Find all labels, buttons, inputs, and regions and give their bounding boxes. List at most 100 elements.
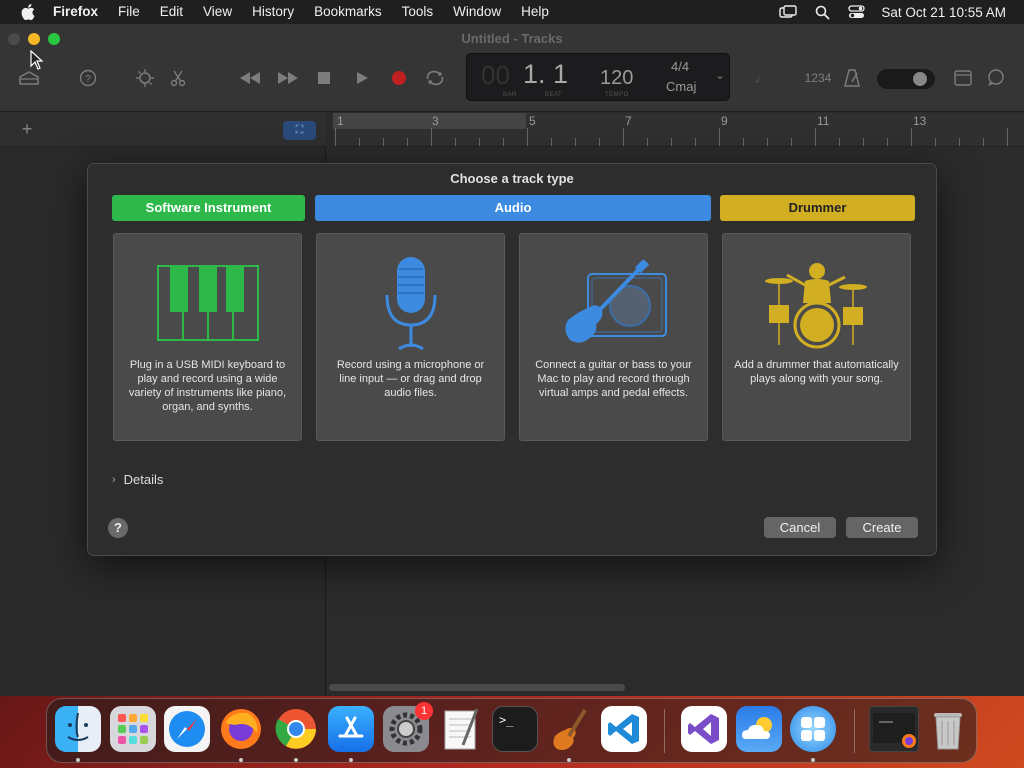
menu-help[interactable]: Help (511, 0, 559, 24)
ruler-tick (527, 128, 528, 146)
ruler-tick (455, 138, 456, 146)
firefox-icon[interactable] (218, 706, 264, 752)
textedit-icon[interactable] (438, 706, 484, 752)
menu-window[interactable]: Window (443, 0, 511, 24)
lcd-dropdown-icon[interactable]: ⌄ (715, 68, 725, 82)
app-folder-icon[interactable] (790, 706, 836, 752)
ruler-tick (407, 138, 408, 146)
ruler-tick (839, 138, 840, 146)
running-indicator (76, 758, 80, 762)
ruler-tick (383, 138, 384, 146)
menu-tools[interactable]: Tools (392, 0, 444, 24)
keyboard-icon (114, 248, 301, 358)
ruler-tick (431, 128, 432, 146)
loop-browser-icon[interactable] (984, 66, 1008, 90)
screen-mirroring-icon[interactable] (771, 0, 805, 24)
chrome-icon[interactable] (273, 706, 319, 752)
record-icon[interactable] (387, 66, 411, 90)
window-toolbar: Untitled - Tracks ? 00 1. 1 BAR BEAT 120… (0, 24, 1024, 112)
control-center-icon[interactable] (839, 0, 873, 24)
quick-help-icon[interactable]: ? (76, 66, 100, 90)
ruler-tick (359, 138, 360, 146)
visual-studio-icon[interactable] (681, 706, 727, 752)
cycle-icon[interactable] (423, 66, 447, 90)
drummer-tab[interactable]: Drummer (720, 195, 915, 221)
add-track-button[interactable]: + (14, 119, 40, 139)
card-description: Record using a microphone or line input … (336, 359, 485, 399)
cancel-button[interactable]: Cancel (764, 517, 836, 538)
ruler-tick (791, 138, 792, 146)
count-in-icon[interactable]: 1234 (803, 66, 833, 90)
timeline-ruler[interactable]: 1 3 5 7 9 11 13 (333, 113, 1024, 147)
create-button[interactable]: Create (846, 517, 918, 538)
drummer-card[interactable]: Add a drummer that automatically plays a… (722, 233, 911, 441)
card-description: Plug in a USB MIDI keyboard to play and … (128, 359, 287, 413)
ruler-tick (503, 138, 504, 146)
ruler-mark: 1 (337, 114, 344, 128)
smart-controls-icon[interactable] (133, 66, 157, 90)
ruler-mark: 9 (721, 114, 728, 128)
audio-microphone-card[interactable]: Record using a microphone or line input … (316, 233, 505, 441)
safari-icon[interactable] (164, 706, 210, 752)
dock: 1 >_ (46, 698, 977, 763)
apple-icon[interactable] (17, 4, 39, 20)
chevron-right-icon: › (112, 473, 116, 486)
details-disclosure[interactable]: › Details (112, 472, 163, 487)
running-indicator (349, 758, 353, 762)
metronome-icon[interactable] (840, 66, 864, 90)
vscode-icon[interactable] (601, 706, 647, 752)
editors-scissors-icon[interactable] (166, 66, 190, 90)
ruler-tick (911, 128, 912, 146)
trash-icon[interactable] (925, 706, 971, 752)
horizontal-scrollbar[interactable] (329, 684, 625, 691)
stop-icon[interactable] (312, 66, 336, 90)
audio-tab[interactable]: Audio (315, 195, 711, 221)
ruler-tick (335, 128, 336, 146)
ruler-tick (479, 138, 480, 146)
menu-bar: Firefox File Edit View History Bookmarks… (0, 0, 1024, 24)
ruler-tick (551, 138, 552, 146)
microphone-icon (317, 248, 504, 358)
menu-bookmarks[interactable]: Bookmarks (304, 0, 392, 24)
menu-clock[interactable]: Sat Oct 21 10:55 AM (873, 5, 1024, 20)
firefox-window-icon[interactable] (869, 706, 919, 752)
ruler-tick (599, 138, 600, 146)
ruler-mark: 11 (817, 114, 830, 128)
menu-app-name[interactable]: Firefox (53, 0, 108, 24)
master-volume-slider[interactable] (877, 69, 935, 89)
lcd-position-ghost: 00 (481, 60, 510, 90)
notepad-icon[interactable] (951, 66, 975, 90)
ruler-tick (671, 138, 672, 146)
running-indicator (567, 758, 571, 762)
finder-icon[interactable] (55, 706, 101, 752)
notification-badge: 1 (415, 702, 433, 720)
spotlight-search-icon[interactable] (805, 0, 839, 24)
software-instrument-card[interactable]: Plug in a USB MIDI keyboard to play and … (113, 233, 302, 441)
launchpad-icon[interactable] (110, 706, 156, 752)
audio-guitar-card[interactable]: Connect a guitar or bass to your Mac to … (519, 233, 708, 441)
fast-forward-icon[interactable] (276, 66, 300, 90)
track-header-toolbar: + ⛶ (0, 113, 326, 147)
tuner-icon[interactable]: ♩ (750, 66, 774, 90)
catch-playhead-button[interactable]: ⛶ (283, 121, 316, 140)
rewind-icon[interactable] (238, 66, 262, 90)
ruler-tick (695, 138, 696, 146)
menu-history[interactable]: History (242, 0, 304, 24)
terminal-icon[interactable]: >_ (492, 706, 538, 752)
cycle-region[interactable] (333, 113, 526, 129)
lcd-display[interactable]: 00 1. 1 BAR BEAT 120 TEMPO 4/4 Cmaj ⌄ (466, 53, 730, 101)
software-instrument-tab[interactable]: Software Instrument (112, 195, 305, 221)
play-icon[interactable] (350, 66, 374, 90)
svg-text:?: ? (85, 74, 91, 85)
window-title: Untitled - Tracks (461, 31, 563, 46)
ruler-tick (575, 138, 576, 146)
menu-file[interactable]: File (108, 0, 150, 24)
menu-view[interactable]: View (193, 0, 242, 24)
garageband-icon[interactable] (546, 706, 592, 752)
lcd-bar-label: BAR (503, 92, 517, 98)
master-volume-knob[interactable] (913, 72, 927, 86)
app-store-icon[interactable] (328, 706, 374, 752)
menu-edit[interactable]: Edit (150, 0, 193, 24)
weather-icon[interactable] (736, 706, 782, 752)
help-button[interactable]: ? (108, 518, 128, 538)
